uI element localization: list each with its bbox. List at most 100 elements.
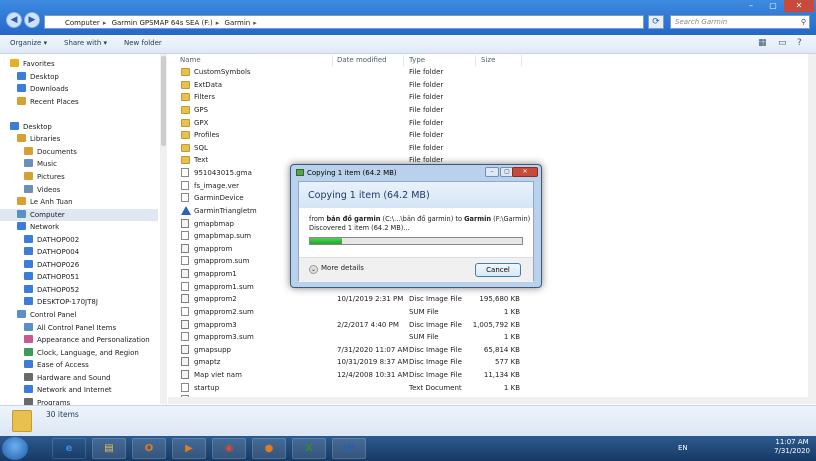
nav-item[interactable]: Clock, Language, and Region — [0, 347, 158, 359]
new-folder-button[interactable]: New folder — [124, 39, 162, 47]
file-row[interactable]: gmapprom3 2/2/2017 4:40 PM Disc Image File… — [178, 319, 638, 332]
file-row[interactable]: GPX File folder — [178, 117, 638, 130]
file-row[interactable]: Profiles File folder — [178, 129, 638, 142]
nav-item[interactable]: Computer — [0, 208, 158, 221]
nav-item[interactable]: Appearance and Personalization — [0, 334, 158, 346]
search-input[interactable]: Search Garmin ⚲ — [670, 15, 810, 29]
file-type: File folder — [409, 118, 444, 127]
cp-item-icon — [24, 347, 33, 356]
nav-item[interactable]: Libraries — [0, 133, 158, 145]
nav-item[interactable]: Music — [0, 158, 158, 170]
nav-item[interactable]: DATHOP002 — [0, 234, 158, 246]
file-row[interactable]: Map viet nam 12/4/2008 10:31 AM Disc Image… — [178, 369, 638, 382]
navigation-scrollbar[interactable] — [160, 54, 167, 404]
language-indicator[interactable]: EN — [678, 444, 688, 452]
file-explorer-taskbar-button[interactable]: ▤ — [92, 438, 126, 459]
column-divider[interactable] — [332, 55, 333, 66]
dialog-body: Copying 1 item (64.2 MB) from bản đồ gar… — [298, 181, 534, 282]
view-options-icon[interactable]: ▦ — [758, 38, 767, 48]
file-row[interactable]: gmapprom3.sum SUM File 1 KB — [178, 331, 638, 344]
nav-item[interactable]: DATHOP026 — [0, 259, 158, 271]
close-button[interactable]: ✕ — [784, 0, 814, 12]
cancel-button[interactable]: Cancel — [475, 263, 521, 277]
file-row[interactable]: gmapsupp 7/31/2020 11:07 AM Disc Image Fil… — [178, 344, 638, 357]
search-placeholder: Search Garmin — [675, 18, 728, 26]
dialog-close-button[interactable]: ✕ — [512, 167, 538, 177]
file-row[interactable]: gmaptz 10/31/2019 8:37 AM Disc Image File 5… — [178, 356, 638, 369]
nav-item[interactable]: Hardware and Sound — [0, 372, 158, 384]
nav-item[interactable]: Network — [0, 221, 158, 233]
column-divider[interactable] — [475, 55, 476, 66]
file-row[interactable]: gmapprom2 10/1/2019 2:31 PM Disc Image Fil… — [178, 293, 638, 306]
column-size[interactable]: Size — [481, 56, 495, 64]
file-size: 11,134 KB — [483, 371, 520, 380]
file-row[interactable]: SQL File folder — [178, 142, 638, 155]
scrollbar-thumb[interactable] — [161, 56, 166, 146]
clock[interactable]: 11:07 AM 7/31/2020 — [774, 438, 810, 456]
nav-item[interactable]: DESKTOP-170JT8J — [0, 296, 158, 308]
computer-icon — [17, 209, 26, 218]
file-row[interactable]: ExtData File folder — [178, 79, 638, 92]
nav-item[interactable]: DATHOP052 — [0, 284, 158, 296]
start-button[interactable] — [2, 437, 28, 460]
nav-item[interactable]: DATHOP004 — [0, 246, 158, 258]
column-name[interactable]: Name — [180, 56, 201, 64]
nav-item[interactable]: Ease of Access — [0, 359, 158, 371]
nav-item[interactable]: All Control Panel Items — [0, 322, 158, 334]
column-divider[interactable] — [521, 55, 522, 66]
minimize-button[interactable]: – — [740, 0, 762, 12]
nav-item[interactable]: Desktop — [0, 121, 158, 133]
file-row[interactable]: Filters File folder — [178, 91, 638, 104]
file-row[interactable]: GPS File folder — [178, 104, 638, 117]
file-row[interactable]: startup Text Document 1 KB — [178, 382, 638, 395]
breadcrumb-item[interactable]: Garmin GPSMAP 64s SEA (F:) — [112, 19, 213, 27]
nav-item[interactable]: Pictures — [0, 171, 158, 183]
internet-explorer-taskbar-button[interactable]: e — [52, 438, 86, 459]
file-row[interactable]: CustomSymbols File folder — [178, 66, 638, 79]
nav-item[interactable]: Recent Places — [0, 96, 158, 108]
preview-pane-icon[interactable]: ▭ — [778, 38, 787, 48]
breadcrumb-item[interactable]: Garmin — [225, 19, 251, 27]
library-icon — [17, 134, 26, 143]
column-type[interactable]: Type — [409, 56, 425, 64]
nav-item[interactable]: Le Anh Tuan — [0, 196, 158, 208]
nav-item[interactable]: DATHOP051 — [0, 271, 158, 283]
refresh-button[interactable]: ⟳ — [648, 15, 664, 29]
folder-icon — [181, 93, 190, 102]
nav-item[interactable]: Documents — [0, 146, 158, 158]
breadcrumb-item[interactable]: Computer — [65, 19, 100, 27]
network-icon — [17, 222, 26, 231]
excel-taskbar-button[interactable]: X — [292, 438, 326, 459]
nav-item[interactable]: Videos — [0, 184, 158, 196]
media-player-taskbar-button[interactable]: ▶ — [172, 438, 206, 459]
file-type: File folder — [409, 131, 444, 140]
dialog-minimize-button[interactable]: – — [485, 167, 499, 177]
nav-item[interactable]: Network and Internet — [0, 384, 158, 396]
file-list-scrollbar[interactable] — [808, 54, 816, 404]
column-date-modified[interactable]: Date modified — [337, 56, 387, 64]
back-button[interactable]: ◀ — [6, 12, 22, 28]
firefox-taskbar-button[interactable]: ● — [252, 438, 286, 459]
share-with-button[interactable]: Share with ▾ — [64, 39, 107, 47]
chrome-taskbar-button[interactable]: ◉ — [212, 438, 246, 459]
word-taskbar-button[interactable]: W — [332, 438, 366, 459]
address-bar[interactable]: Computer ▸ Garmin GPSMAP 64s SEA (F:) ▸ Ga… — [44, 15, 644, 29]
outlook-taskbar-button[interactable]: O — [132, 438, 166, 459]
horizontal-scrollbar[interactable] — [168, 397, 808, 404]
organize-button[interactable]: Organize ▾ — [10, 39, 47, 47]
forward-button[interactable]: ▶ — [24, 12, 40, 28]
nav-item[interactable]: Favorites — [0, 58, 158, 70]
file-row[interactable]: gmapprom2.sum SUM File 1 KB — [178, 306, 638, 319]
nav-item[interactable]: Downloads — [0, 83, 158, 95]
nav-item-label: DATHOP052 — [37, 285, 80, 294]
source-link[interactable]: bản đồ garmin — [326, 215, 380, 223]
maximize-button[interactable]: ▢ — [762, 0, 784, 12]
file-name: gmapprom1.sum — [194, 282, 254, 291]
file-name: gmapprom3 — [194, 320, 237, 329]
nav-item[interactable]: Desktop — [0, 71, 158, 83]
column-divider[interactable] — [403, 55, 404, 66]
more-details-button[interactable]: ⌄ More details — [309, 264, 364, 274]
help-icon[interactable]: ? — [797, 38, 802, 48]
nav-item[interactable]: Control Panel — [0, 309, 158, 321]
destination-link[interactable]: Garmin — [464, 215, 491, 223]
